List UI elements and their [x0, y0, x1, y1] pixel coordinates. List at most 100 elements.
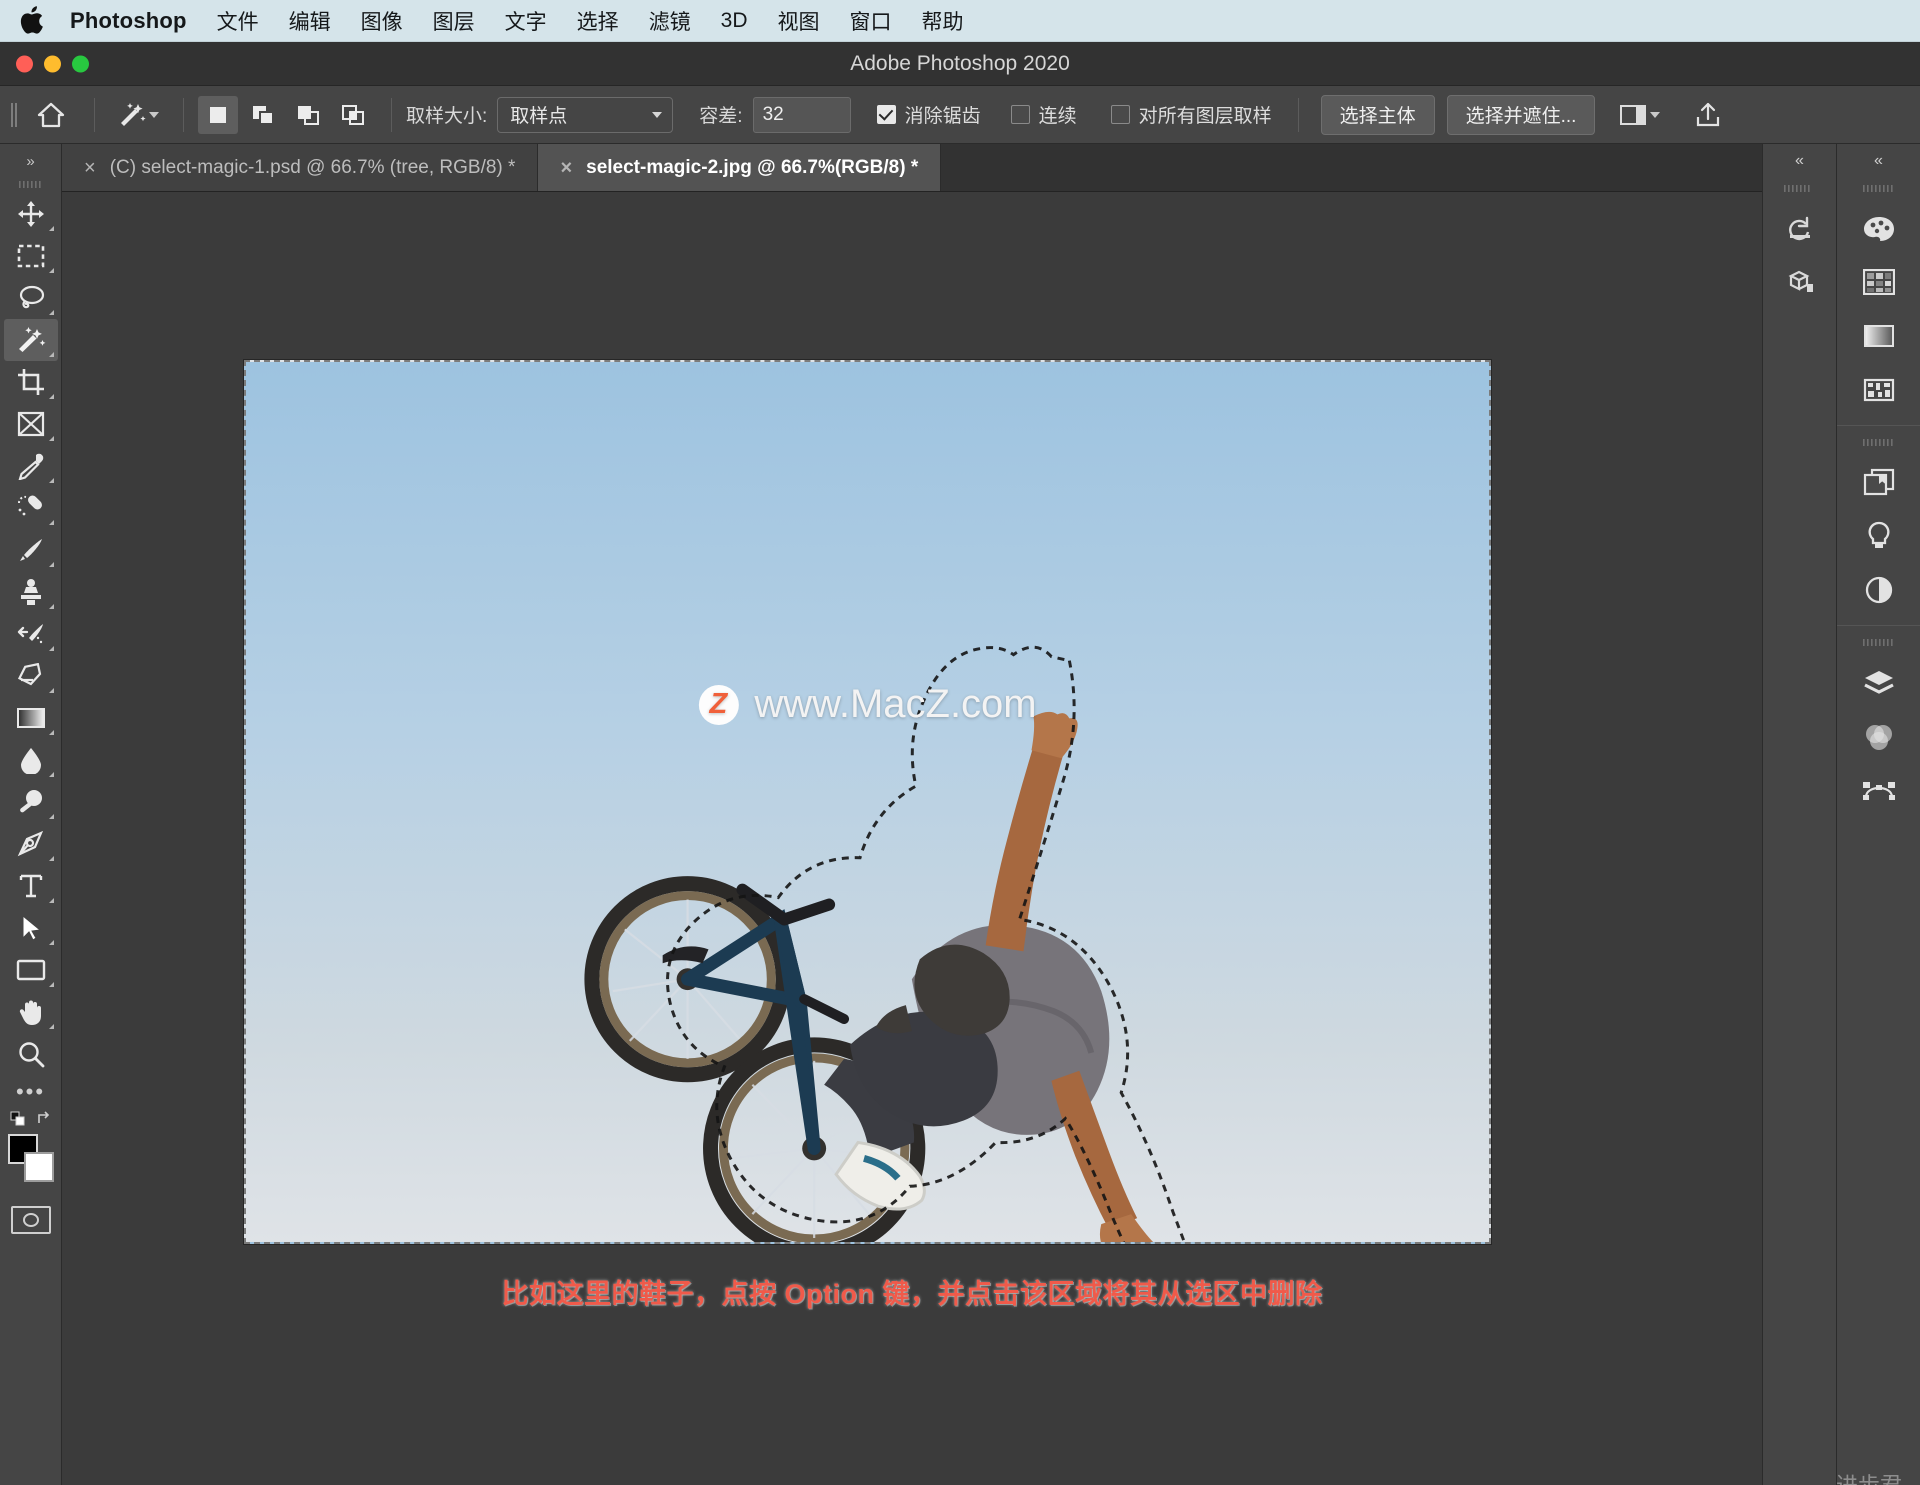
menu-item-view[interactable]: 视图 [778, 6, 820, 36]
tools-panel-grip[interactable] [18, 176, 44, 188]
crop-tool[interactable] [4, 361, 58, 403]
eraser-tool[interactable] [4, 655, 58, 697]
background-color-swatch[interactable] [23, 1152, 54, 1182]
menu-item-help[interactable]: 帮助 [922, 6, 964, 36]
patterns-panel-icon[interactable] [1847, 363, 1911, 417]
swatches-panel-icon[interactable] [1847, 255, 1911, 309]
menu-item-select[interactable]: 选择 [577, 6, 619, 36]
new-selection-button[interactable] [198, 95, 238, 134]
rectangle-tool[interactable] [4, 949, 58, 991]
menu-item-image[interactable]: 图像 [361, 6, 403, 36]
divider [183, 97, 184, 132]
history-brush-tool[interactable] [4, 613, 58, 655]
double-chevron-left-icon[interactable]: « [1795, 148, 1804, 174]
antialias-checkbox[interactable] [876, 105, 896, 124]
color-swatches[interactable] [4, 1132, 58, 1192]
edit-toolbar-button[interactable]: ••• [16, 1075, 45, 1109]
sample-all-layers-checkbox[interactable] [1110, 105, 1130, 124]
dodge-tool[interactable] [4, 781, 58, 823]
menu-item-layer[interactable]: 图层 [433, 6, 475, 36]
sample-all-layers-checkbox-row[interactable]: 对所有图层取样 [1110, 101, 1272, 128]
dock-grip[interactable] [1862, 434, 1896, 446]
chevron-down-icon[interactable] [1649, 111, 1660, 118]
share-button[interactable] [1685, 95, 1731, 135]
minimize-window-button[interactable] [44, 55, 61, 72]
chevron-down-icon[interactable] [148, 111, 159, 118]
swap-colors-icon[interactable] [37, 1111, 52, 1126]
workspace-switcher-button[interactable] [1611, 95, 1667, 135]
color-panel-icon[interactable] [1847, 201, 1911, 255]
divider [94, 97, 95, 132]
layers-panel-icon[interactable] [1847, 655, 1911, 709]
menu-item-window[interactable]: 窗口 [850, 6, 892, 36]
current-tool-magic-wand-icon[interactable] [109, 95, 165, 135]
options-bar-grip[interactable] [10, 99, 24, 131]
apple-logo-icon[interactable] [18, 5, 44, 36]
subtract-from-selection-button[interactable] [288, 96, 328, 134]
tolerance-input[interactable]: 32 [752, 96, 851, 133]
rectangular-marquee-tool[interactable] [4, 235, 58, 277]
pen-tool[interactable] [4, 823, 58, 865]
color-swatch-controls [4, 1111, 58, 1126]
maximize-window-button[interactable] [72, 55, 89, 72]
3d-panel-icon[interactable] [1768, 255, 1832, 309]
dock-grip[interactable] [1862, 634, 1896, 646]
menu-item-type[interactable]: 文字 [505, 6, 547, 36]
default-colors-icon[interactable] [10, 1111, 25, 1126]
macos-menubar: Photoshop 文件 编辑 图像 图层 文字 选择 滤镜 3D 视图 窗口 … [0, 0, 1920, 42]
home-button[interactable] [28, 95, 74, 135]
add-to-selection-button[interactable] [243, 96, 283, 134]
blur-tool[interactable] [4, 739, 58, 781]
menu-item-edit[interactable]: 编辑 [289, 6, 331, 36]
zoom-tool[interactable] [4, 1033, 58, 1075]
clone-stamp-tool[interactable] [4, 571, 58, 613]
menubar-app-name[interactable]: Photoshop [70, 8, 187, 34]
intersect-selection-button[interactable] [333, 96, 373, 134]
sample-size-select[interactable]: 取样点 [497, 96, 674, 133]
libraries-panel-icon[interactable] [1847, 455, 1911, 509]
gradient-tool[interactable] [4, 697, 58, 739]
hand-tool[interactable] [4, 991, 58, 1033]
double-chevron-left-icon[interactable]: « [1874, 148, 1883, 174]
learn-panel-icon[interactable] [1847, 509, 1911, 563]
double-chevron-right-icon[interactable]: » [0, 148, 61, 174]
eyedropper-tool[interactable] [4, 445, 58, 487]
select-and-mask-button[interactable]: 选择并遮住... [1446, 94, 1596, 135]
adjustments-panel-icon[interactable] [1847, 563, 1911, 617]
move-tool[interactable] [4, 193, 58, 235]
path-selection-tool[interactable] [4, 907, 58, 949]
canvas-area[interactable]: Z www.MacZ.com 比如这里的鞋子，点按 Option 键，并点击该区… [62, 192, 1762, 1485]
select-subject-button[interactable]: 选择主体 [1320, 94, 1435, 135]
channels-panel-icon[interactable] [1847, 709, 1911, 763]
contiguous-checkbox[interactable] [1010, 105, 1030, 124]
tab-select-magic-2[interactable]: × select-magic-2.jpg @ 66.7%(RGB/8) * [538, 144, 942, 191]
dock-grip[interactable] [1862, 180, 1896, 192]
tool-preset-corner [48, 562, 54, 567]
contiguous-checkbox-row[interactable]: 连续 [1010, 101, 1077, 128]
magic-wand-tool[interactable] [3, 319, 58, 361]
antialias-checkbox-row[interactable]: 消除锯齿 [876, 101, 981, 128]
menu-item-filter[interactable]: 滤镜 [649, 6, 691, 36]
tab-select-magic-1[interactable]: × (C) select-magic-1.psd @ 66.7% (tree, … [62, 144, 539, 191]
brush-tool[interactable] [4, 529, 58, 571]
tab-label: (C) select-magic-1.psd @ 66.7% (tree, RG… [109, 156, 516, 178]
lasso-tool[interactable] [4, 277, 58, 319]
close-icon[interactable]: × [84, 158, 96, 178]
dock-grip[interactable] [1783, 180, 1817, 192]
paths-panel-icon[interactable] [1847, 763, 1911, 817]
close-window-button[interactable] [16, 55, 33, 72]
gradients-panel-icon[interactable] [1847, 309, 1911, 363]
menu-item-file[interactable]: 文件 [217, 6, 259, 36]
document-canvas[interactable]: Z www.MacZ.com [244, 360, 1491, 1244]
close-icon[interactable]: × [560, 158, 572, 178]
frame-tool[interactable] [4, 403, 58, 445]
spot-healing-brush-tool[interactable] [4, 487, 58, 529]
tool-preset-corner [48, 352, 54, 357]
menu-item-3d[interactable]: 3D [721, 9, 748, 33]
selection-mode-group [198, 95, 373, 134]
document-area: × (C) select-magic-1.psd @ 66.7% (tree, … [62, 144, 1762, 1485]
tool-options-bar: 取样大小: 取样点 容差: 32 消除锯齿 连续 对所有图层取样 选择主体 选择… [0, 86, 1920, 144]
type-tool[interactable] [4, 865, 58, 907]
quick-mask-icon[interactable] [10, 1206, 51, 1234]
history-panel-icon[interactable] [1768, 201, 1832, 255]
